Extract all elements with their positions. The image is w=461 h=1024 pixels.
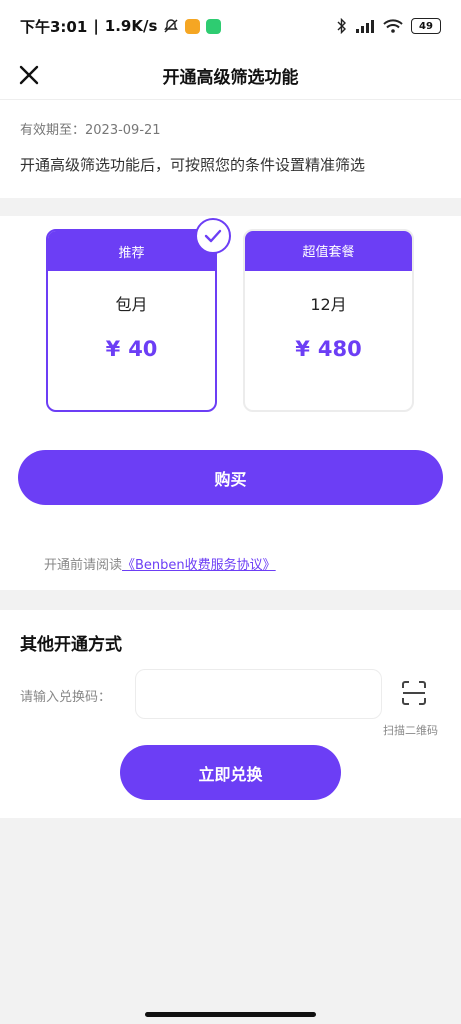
home-indicator[interactable] [145,1012,316,1017]
bluetooth-icon [337,18,346,34]
plan-price: ¥480 [245,337,412,361]
status-right: 49 [337,18,441,34]
plan-card-monthly[interactable]: 推荐 包月 ¥40 [46,229,217,412]
status-time: 下午3:01 [20,17,88,36]
weibo-app-icon [185,18,201,34]
status-separator: | [93,17,99,35]
battery-indicator: 49 [411,18,441,34]
plan-currency: ¥ [105,337,121,361]
wifi-icon [383,19,403,33]
check-icon [204,229,222,243]
scan-qr-label: 扫描二维码 [383,724,438,737]
plan-currency: ¥ [295,337,310,361]
plan-card-yearly[interactable]: 超值套餐 12月 ¥480 [243,229,414,412]
status-left: 下午3:01 | 1.9K/s [20,16,222,37]
plan-name: 包月 [115,295,148,314]
redeem-now-button[interactable]: 立即兑换 [120,745,341,800]
buy-button[interactable]: 购买 [18,450,443,505]
other-methods-title: 其他开通方式 [20,635,122,655]
plan-tag: 推荐 [48,231,215,271]
redeem-code-label: 请输入兑换码： [20,690,112,705]
status-bar: 下午3:01 | 1.9K/s 49 [0,0,461,52]
service-agreement-link[interactable]: 《Benben收费服务协议》 [122,558,276,573]
close-icon [19,65,39,85]
plan-price-value: 480 [317,337,362,361]
agreement-notice: 开通前请阅读《Benben收费服务协议》 [44,554,276,573]
security-app-icon [206,18,222,34]
expiry-row: 有效期至：2023-09-21 [20,119,441,138]
signal-icon [356,20,374,33]
info-section: 有效期至：2023-09-21 开通高级筛选功能后，可按照您的条件设置精准筛选 [0,100,461,198]
close-button[interactable] [14,60,44,90]
header: 开通高级筛选功能 [0,52,461,100]
feature-description: 开通高级筛选功能后，可按照您的条件设置精准筛选 [20,156,366,174]
plan-price-value: 40 [128,337,158,361]
redeem-code-input[interactable] [135,669,382,719]
scan-qr-button[interactable] [398,677,430,709]
network-speed: 1.9K/s [104,17,158,35]
scan-icon [402,681,426,705]
page-title: 开通高级筛选功能 [162,68,299,88]
plan-tag: 超值套餐 [245,231,412,271]
expiry-label: 有效期至： [20,123,86,138]
agreement-prefix: 开通前请阅读 [44,558,123,573]
plan-name: 12月 [310,295,347,314]
plans-section: 推荐 包月 ¥40 超值套餐 12月 ¥480 购买 开通前请阅读《Benben… [0,216,461,590]
expiry-date: 2023-09-21 [85,123,161,138]
bell-off-icon [164,19,179,33]
other-methods-section: 其他开通方式 请输入兑换码： 扫描二维码 立即兑换 [0,610,461,818]
plan-price: ¥40 [48,337,215,361]
selected-badge [195,218,231,254]
